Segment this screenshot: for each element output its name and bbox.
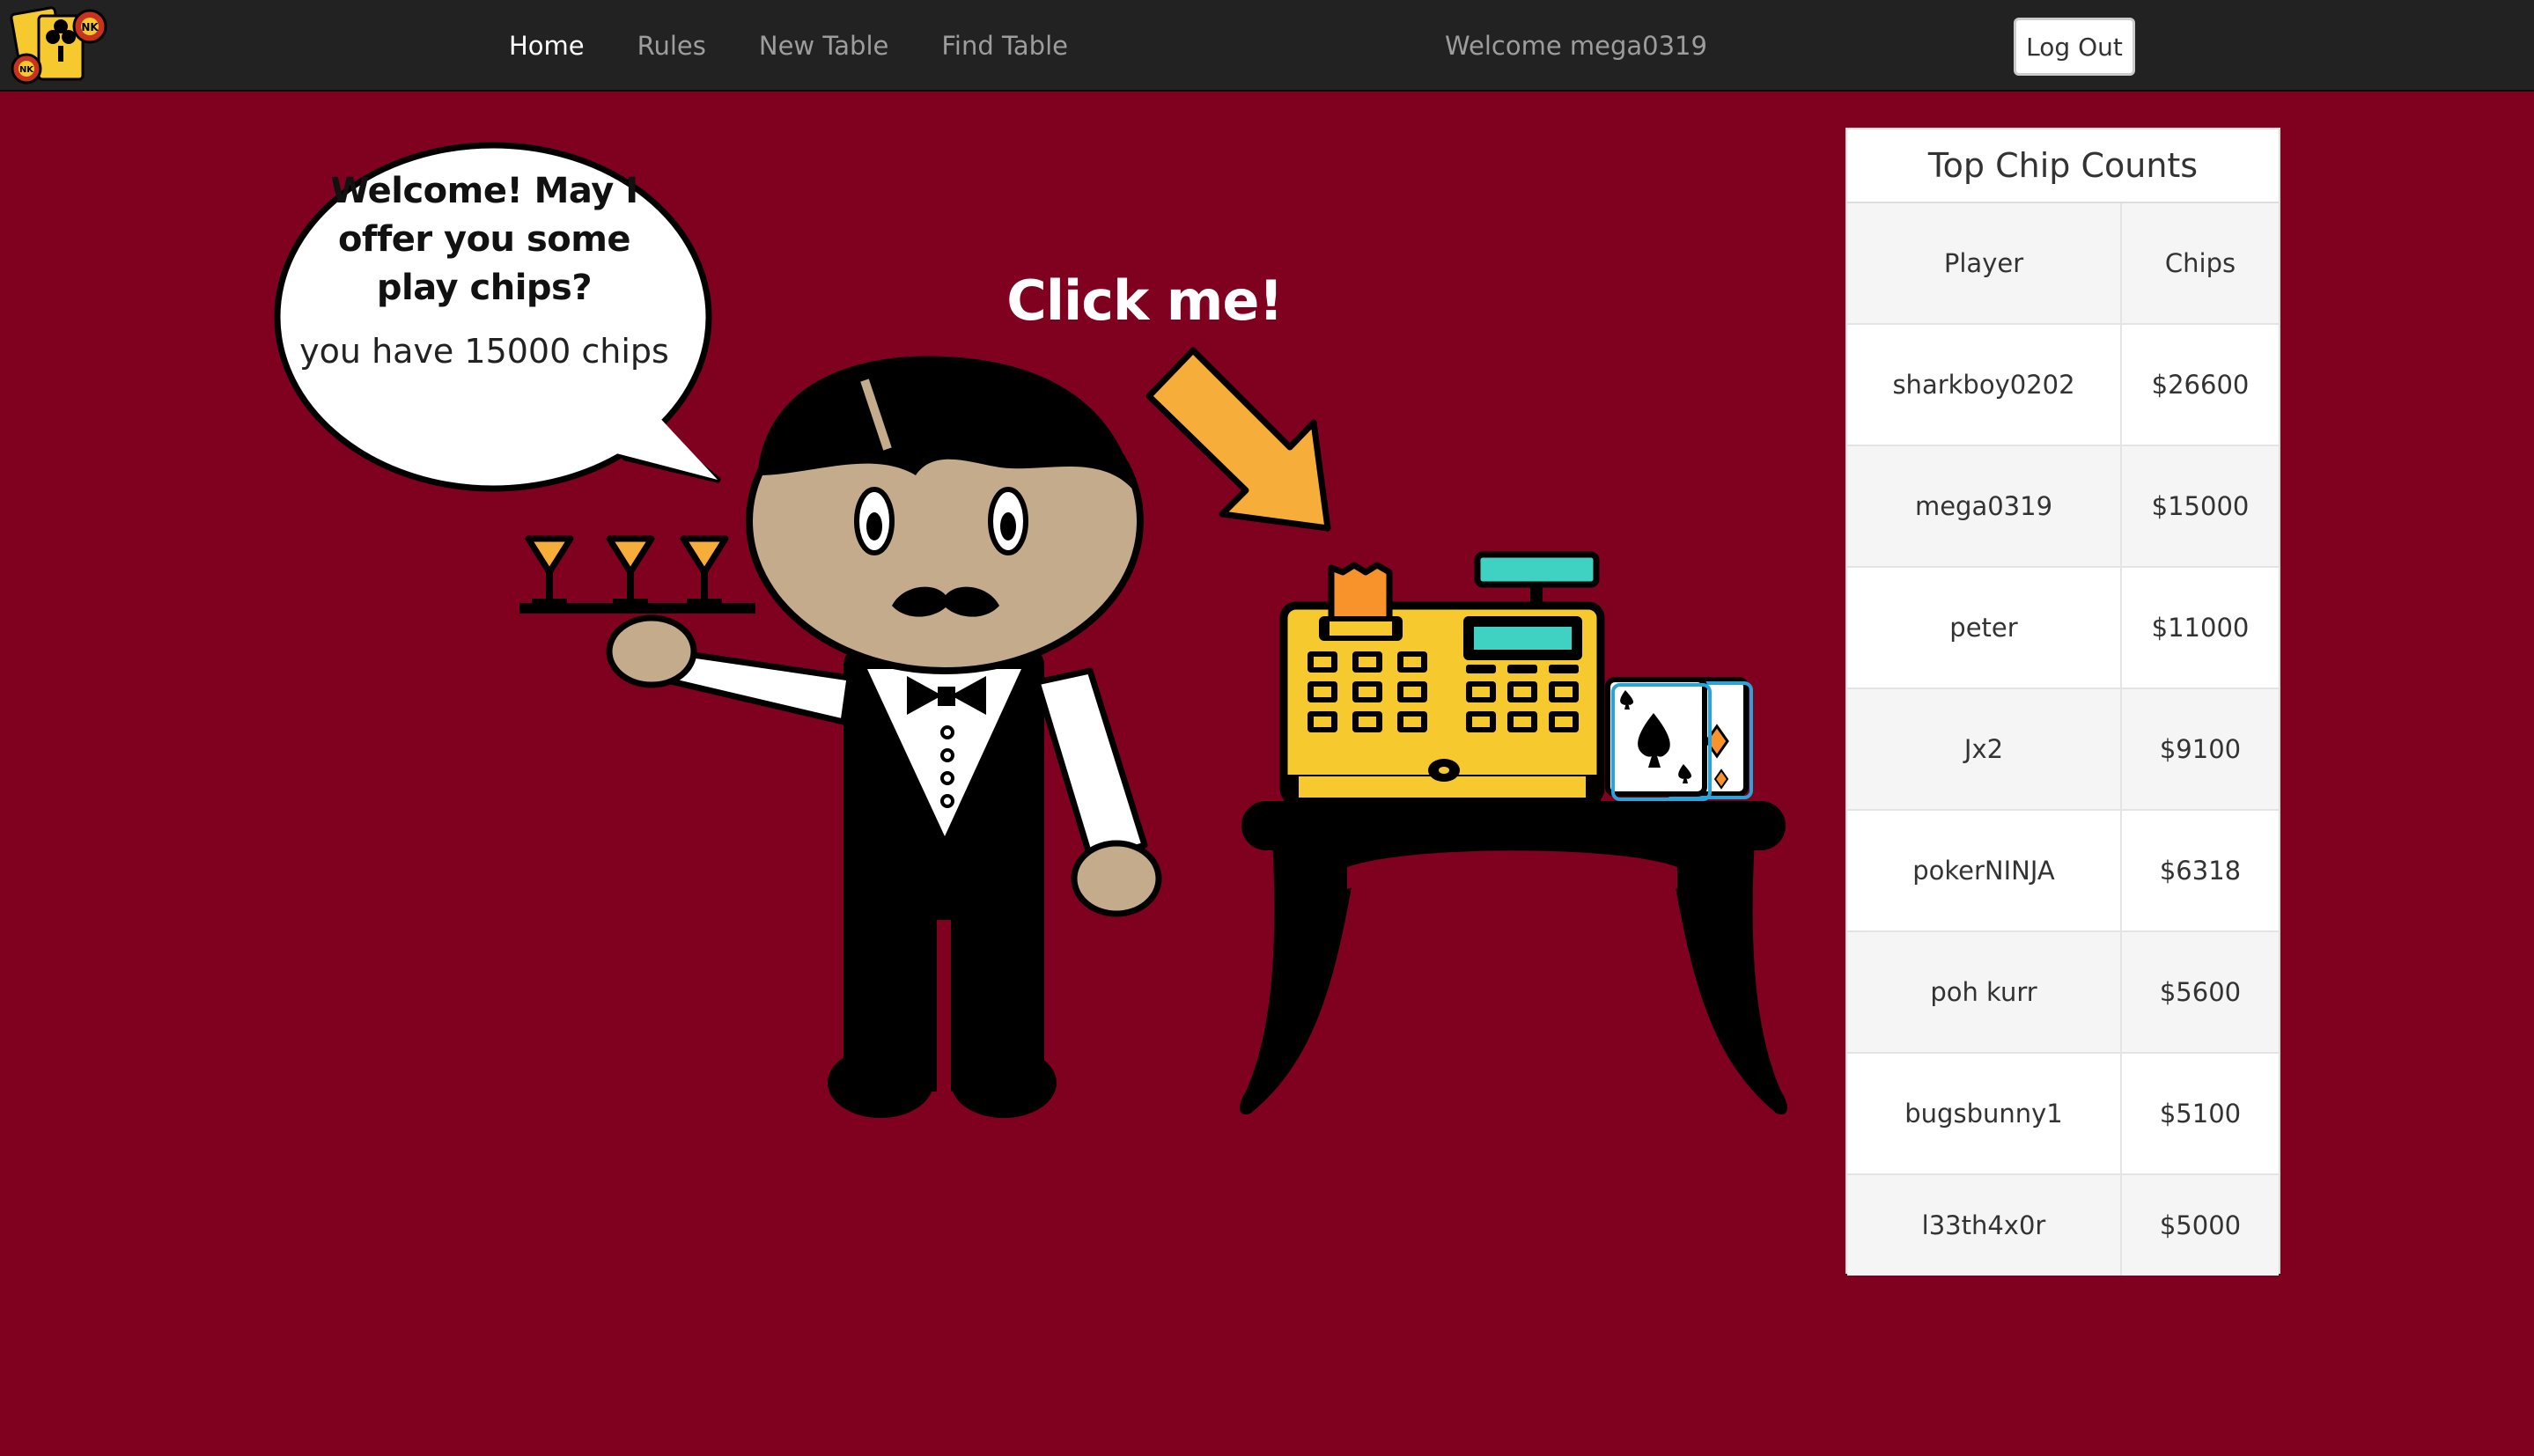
player-name: Jx2 xyxy=(1847,688,2122,811)
chip-count: $5100 xyxy=(2121,1053,2279,1175)
table-row: poh kurr $5600 xyxy=(1847,931,2279,1054)
table-row: l33th4x0r $5000 xyxy=(1847,1174,2279,1276)
table-row: peter $11000 xyxy=(1847,567,2279,689)
table-row: pokerNINJA $6318 xyxy=(1847,810,2279,932)
table-illustration xyxy=(1240,801,1787,1114)
player-name: bugsbunny1 xyxy=(1847,1053,2122,1175)
chip-count: $6318 xyxy=(2121,810,2279,932)
table-row: bugsbunny1 $5100 xyxy=(1847,1053,2279,1175)
arrow-icon xyxy=(1145,347,1331,532)
leaderboard-title: Top Chip Counts xyxy=(1847,129,2279,203)
chip-count: $5600 xyxy=(2121,931,2279,1054)
click-me-label[interactable]: Click me! xyxy=(995,268,1294,333)
cash-register-icon[interactable] xyxy=(1279,551,1605,805)
player-name: poh kurr xyxy=(1847,931,2122,1054)
table-header-row: Player Chips xyxy=(1847,203,2279,325)
table-row: Jx2 $9100 xyxy=(1847,688,2279,811)
table-row: mega0319 $15000 xyxy=(1847,445,2279,568)
leaderboard-panel: Top Chip Counts Player Chips sharkboy020… xyxy=(1845,128,2280,1276)
player-name: sharkboy0202 xyxy=(1847,324,2122,446)
waiter-illustration[interactable] xyxy=(519,356,1162,1118)
speech-bubble-text: Welcome! May I offer you some play chips… xyxy=(299,167,669,371)
leaderboard-table: Player Chips sharkboy0202 $26600 mega031… xyxy=(1847,203,2279,1276)
chip-count: $15000 xyxy=(2121,445,2279,568)
table-row: sharkboy0202 $26600 xyxy=(1847,324,2279,446)
playing-cards-icon xyxy=(1605,677,1753,801)
casino-scene: Welcome! May I offer you some play chips… xyxy=(0,0,1849,1456)
player-name: mega0319 xyxy=(1847,445,2122,568)
chip-count: $9100 xyxy=(2121,688,2279,811)
logout-button[interactable]: Log Out xyxy=(2014,18,2135,76)
column-header-player: Player xyxy=(1847,203,2122,325)
bubble-line: offer you some xyxy=(337,219,631,260)
bubble-line: play chips? xyxy=(376,268,593,308)
player-name: peter xyxy=(1847,567,2122,689)
bubble-line: Welcome! May I xyxy=(330,171,638,211)
chip-count: $26600 xyxy=(2121,324,2279,446)
cocktail-tray-icon xyxy=(519,535,755,614)
chip-count: $11000 xyxy=(2121,567,2279,689)
column-header-chips: Chips xyxy=(2121,203,2279,325)
player-name: l33th4x0r xyxy=(1847,1174,2122,1276)
bubble-message: Welcome! May I offer you some play chips… xyxy=(299,167,669,313)
chip-count: $5000 xyxy=(2159,1210,2242,1240)
player-name: pokerNINJA xyxy=(1847,810,2122,932)
chip-balance: you have 15000 chips xyxy=(299,332,669,371)
